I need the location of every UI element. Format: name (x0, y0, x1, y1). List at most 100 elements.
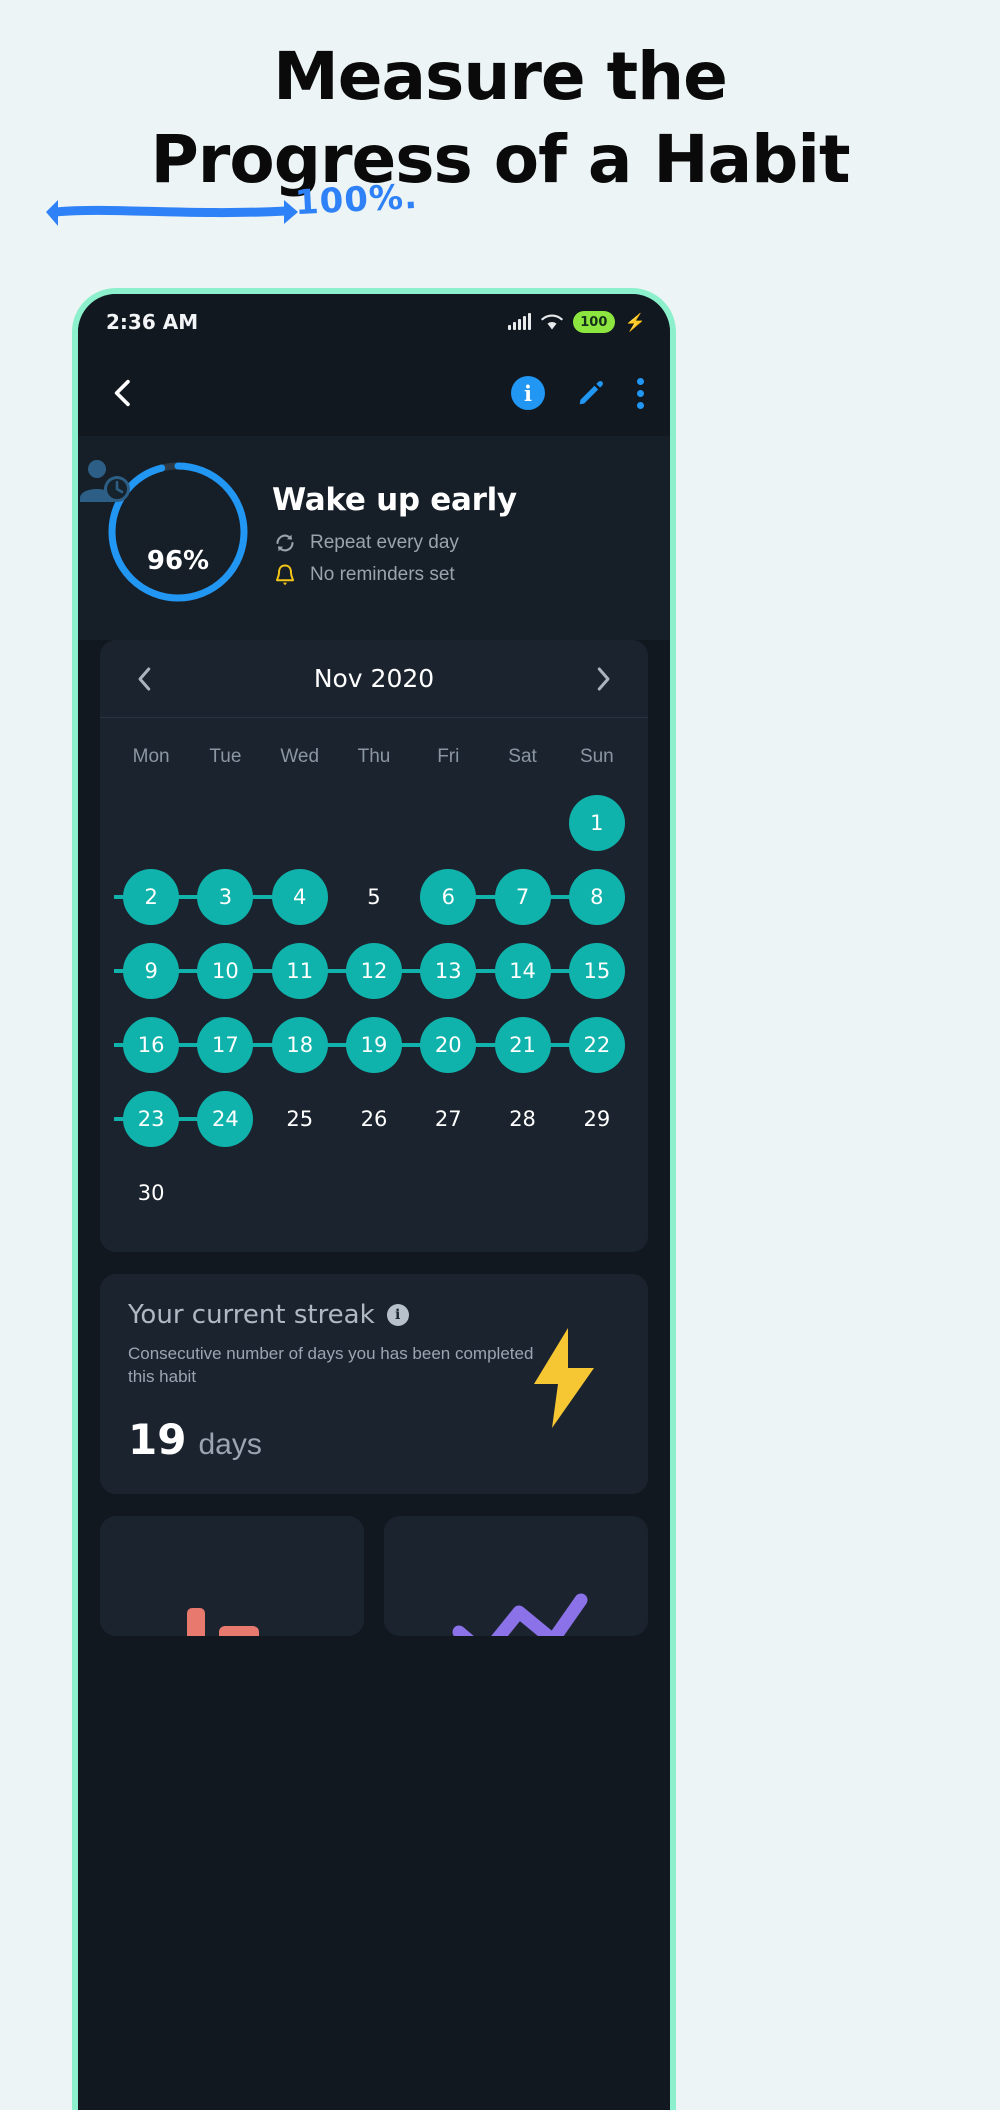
calendar-cell: 16 (114, 1008, 189, 1082)
calendar-cell: 29 (560, 1082, 634, 1156)
habit-repeat-label: Repeat every day (310, 531, 459, 553)
edit-button[interactable] (575, 377, 607, 409)
calendar-day[interactable]: 12 (345, 943, 402, 999)
calendar-cell: 24 (188, 1082, 262, 1156)
calendar-day[interactable]: 28 (495, 1091, 551, 1147)
bell-icon (272, 563, 298, 587)
habit-title: Wake up early (272, 481, 517, 518)
bottom-cards-row (100, 1515, 648, 1636)
calendar-cell: 30 (114, 1156, 188, 1230)
calendar-cell (411, 1156, 485, 1230)
calendar-cell: 3 (188, 860, 263, 934)
weekday-label: Tue (209, 746, 242, 767)
calendar-cell: 9 (114, 934, 189, 1008)
calendar-cell (411, 786, 485, 860)
calendar-cell: 6 (411, 860, 486, 934)
calendar-day[interactable]: 22 (568, 1017, 625, 1073)
calendar-day[interactable]: 26 (346, 1091, 402, 1147)
calendar-cell: 27 (411, 1082, 485, 1156)
streak-description: Consecutive number of days you has been … (128, 1344, 534, 1387)
calendar-cell: 2 (114, 860, 189, 934)
calendar-month-label: Nov 2020 (313, 664, 435, 693)
info-button[interactable]: i (511, 376, 545, 410)
habit-header: 96% Wake up early Repeat every day No re… (78, 436, 670, 640)
calendar-card: Nov 2020 Mon Tue Wed Thu Fri Sat Sun 123456789… (100, 640, 648, 1252)
lightning-bolt-icon (534, 1328, 594, 1428)
line-chart-icon (452, 1593, 588, 1636)
stat-card-bar[interactable] (100, 1515, 364, 1636)
calendar-day[interactable]: 29 (569, 1091, 625, 1147)
headline-line-1: Measure the (273, 38, 728, 115)
phone-frame: 2:36 AM 100 ⚡ i 96% Wake up early Repeat… (72, 288, 676, 2110)
calendar-cell: 17 (188, 1008, 263, 1082)
calendar-week-row: 1 (114, 786, 634, 860)
calendar-week-row: 2345678 (114, 860, 634, 934)
calendar-cell: 23 (114, 1082, 189, 1156)
calendar-day[interactable]: 13 (420, 943, 477, 999)
calendar-week-row: 9 10 11 12 13 14 15 (114, 934, 634, 1008)
calendar-cell (337, 786, 411, 860)
calendar-cell (114, 786, 188, 860)
calendar-day[interactable]: 20 (420, 1017, 477, 1073)
calendar-day[interactable]: 21 (494, 1017, 551, 1073)
calendar-day[interactable]: 6 (420, 869, 477, 925)
calendar-day[interactable]: 15 (568, 943, 625, 999)
calendar-cell: 12 (336, 934, 412, 1008)
streak-info-icon[interactable]: i (386, 1304, 409, 1326)
calendar-cell: 13 (411, 934, 486, 1008)
overflow-menu-button[interactable] (637, 377, 644, 409)
calendar-prev-icon[interactable] (130, 664, 160, 694)
calendar-day[interactable]: 30 (123, 1165, 179, 1221)
calendar-cell (188, 1156, 262, 1230)
calendar-cell: 14 (485, 934, 560, 1008)
calendar-day[interactable]: 25 (272, 1091, 328, 1147)
calendar-day[interactable]: 14 (494, 943, 551, 999)
promo-page: Measure the Progress of a Habit 100%. 2:… (0, 0, 1000, 2110)
progress-percent: 96% (146, 546, 210, 576)
calendar-cell (485, 1156, 559, 1230)
calendar-day[interactable]: 19 (345, 1017, 402, 1073)
page-title: Measure the Progress of a Habit (0, 36, 1000, 201)
calendar-day[interactable]: 4 (271, 869, 328, 925)
calendar-cell: 18 (262, 1008, 337, 1082)
calendar-day[interactable]: 8 (568, 869, 625, 925)
streak-unit: days (198, 1427, 262, 1461)
stat-card-line[interactable] (384, 1515, 648, 1636)
calendar-day[interactable]: 23 (123, 1091, 180, 1147)
weekday-label: Sun (579, 746, 614, 767)
calendar-cell: 1 (560, 786, 634, 860)
person-clock-icon (80, 460, 130, 502)
calendar-day[interactable]: 11 (271, 943, 328, 999)
weekday-header-row: Mon Tue Wed Thu Fri Sat Sun (114, 732, 634, 786)
edit-pencil-icon (579, 381, 603, 405)
calendar-next-icon[interactable] (588, 664, 618, 694)
calendar-day[interactable]: 16 (123, 1017, 180, 1073)
calendar-day[interactable]: 10 (197, 943, 254, 999)
calendar-cell: 5 (337, 860, 411, 934)
calendar-day[interactable]: 17 (197, 1017, 254, 1073)
status-time: 2:36 AM (106, 310, 199, 334)
calendar-cell (188, 786, 262, 860)
calendar-cell: 28 (485, 1082, 559, 1156)
calendar-day[interactable]: 2 (123, 869, 180, 925)
calendar-cell: 19 (336, 1008, 412, 1082)
calendar-cell (263, 786, 337, 860)
calendar-week-row: 30 (114, 1156, 634, 1230)
weekday-label: Mon (132, 746, 170, 767)
calendar-day[interactable]: 3 (197, 869, 254, 925)
calendar-day[interactable]: 27 (420, 1091, 476, 1147)
calendar-day[interactable]: 9 (123, 943, 180, 999)
back-chevron-icon[interactable] (106, 376, 140, 410)
calendar-day[interactable]: 18 (271, 1017, 328, 1073)
weekday-label: Wed (280, 746, 320, 767)
calendar-cell: 10 (188, 934, 263, 1008)
calendar-cell: 15 (559, 934, 634, 1008)
repeat-icon (272, 532, 298, 554)
calendar-day[interactable]: 24 (197, 1091, 254, 1147)
signal-icon (507, 313, 531, 330)
weekday-label: Thu (357, 746, 391, 767)
calendar-day[interactable]: 1 (568, 795, 625, 851)
calendar-day[interactable]: 5 (346, 869, 402, 925)
calendar-day[interactable]: 7 (494, 869, 551, 925)
bar-chart-icon (187, 1607, 259, 1636)
